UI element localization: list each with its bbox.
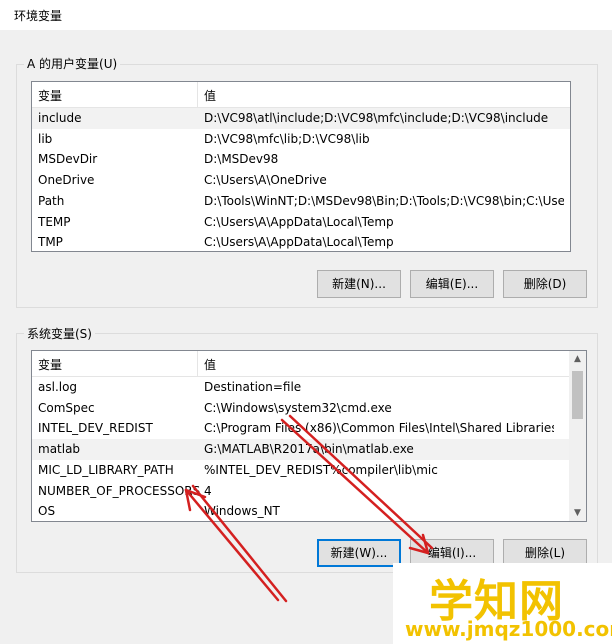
- watermark-url: www.jmqz1000.com: [405, 617, 612, 641]
- red-arrow-icon: [184, 484, 288, 603]
- red-arrow-icon: [280, 414, 434, 555]
- annotation-arrows: [184, 414, 434, 603]
- watermark-logo: 学知网 www.jmqz1000.com: [393, 563, 612, 644]
